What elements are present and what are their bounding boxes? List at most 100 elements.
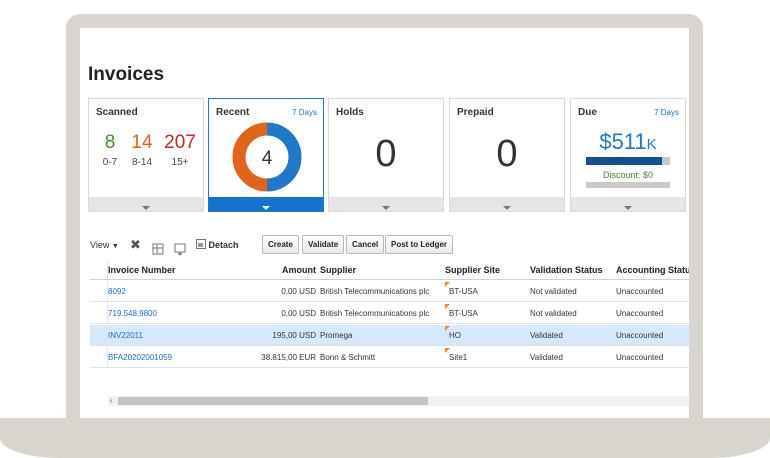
cell-text: Promega [320, 331, 353, 340]
row-selector[interactable] [90, 303, 108, 323]
col-supplier[interactable]: Supplier [320, 260, 440, 281]
cancel-button[interactable]: Cancel [346, 235, 385, 254]
due-amount: $511K [571, 129, 685, 155]
due-discount: Discount: $0 [602, 170, 654, 180]
tile-title: Scanned [96, 107, 138, 118]
chevron-down-icon [262, 206, 270, 210]
cell-amount: 0,00 USD [220, 281, 316, 302]
cell-text: British Telecommunications plc [320, 309, 430, 318]
cell-text: Validated [530, 331, 563, 340]
cell-invoice-number[interactable]: BFA20202001059 [108, 347, 228, 368]
tile-prepaid[interactable]: Prepaid 0 [449, 98, 565, 212]
cell-text: 195,00 USD [272, 331, 316, 340]
cell-invoice-number[interactable]: INV22011 [108, 325, 228, 346]
cell-text: HO [449, 331, 461, 340]
table-row[interactable]: BFA20202001059 38.815,00 EUR Bonn & Schmit… [90, 347, 689, 368]
chevron-down-icon: ▼ [111, 243, 119, 250]
cell-accounting-status: Unaccounted [616, 303, 689, 324]
cell-text: BT-USA [449, 287, 478, 296]
cell-amount: 195,00 USD [220, 325, 316, 346]
tile-due[interactable]: Due 7 Days $511K Discount: $0 [570, 98, 686, 212]
tile-expand-button[interactable] [450, 197, 564, 211]
changed-flag-icon [445, 282, 450, 287]
col-validation-status[interactable]: Validation Status [530, 260, 614, 281]
freeze-columns-icon[interactable] [152, 239, 164, 259]
changed-flag-icon [445, 348, 450, 353]
tile-expand-button[interactable] [571, 197, 685, 211]
col-invoice-number[interactable]: Invoice Number [108, 260, 228, 281]
cell-text: Site1 [449, 353, 468, 362]
delete-icon[interactable]: ✖ [130, 235, 141, 255]
bucket-15-plus[interactable]: 207 15+ [161, 133, 199, 169]
chevron-down-icon [503, 206, 511, 210]
cell-text: 719.548,9800 [108, 309, 157, 318]
cell-supplier: British Telecommunications plc [320, 303, 440, 324]
cell-text: BT-USA [449, 309, 478, 318]
cell-supplier-site: BT-USA [445, 303, 525, 324]
tile-expand-button[interactable] [89, 197, 203, 211]
col-supplier-site[interactable]: Supplier Site [445, 260, 525, 281]
cell-invoice-number[interactable]: 8092 [108, 281, 228, 302]
due-progress-bar [586, 157, 670, 165]
tile-holds[interactable]: Holds 0 [328, 98, 444, 212]
chevron-down-icon [142, 206, 150, 210]
bucket-8-14[interactable]: 14 8-14 [127, 133, 157, 169]
table-row[interactable]: 8092 0,00 USD British Telecommunications p… [90, 281, 689, 302]
due-amount-value: $511 [599, 129, 647, 154]
cell-supplier: Promega [320, 325, 440, 346]
chevron-down-icon [624, 206, 632, 210]
discount-bar [586, 182, 670, 188]
cell-invoice-number[interactable]: 719.548,9800 [108, 303, 228, 324]
bucket-0-7[interactable]: 8 0-7 [99, 133, 121, 169]
validate-button[interactable]: Validate [302, 235, 345, 254]
wrap-icon[interactable] [174, 239, 186, 259]
cell-supplier-site: BT-USA [445, 281, 525, 302]
chevron-down-icon [382, 206, 390, 210]
due-progress-fill [586, 157, 662, 165]
cell-accounting-status: Unaccounted [616, 281, 689, 302]
tile-range[interactable]: 7 Days [292, 108, 317, 117]
col-accounting-status[interactable]: Accounting Status [616, 260, 689, 281]
table-row[interactable]: 719.548,9800 0,00 USD British Telecommunic… [90, 303, 689, 324]
horizontal-scrollbar[interactable]: ‹ [108, 396, 689, 406]
view-menu[interactable]: View ▼ [90, 235, 119, 255]
post-to-ledger-button[interactable]: Post to Ledger [385, 235, 454, 254]
cell-validation-status: Validated [530, 347, 614, 368]
col-amount[interactable]: Amount [220, 260, 316, 281]
row-selector[interactable] [90, 325, 108, 345]
detach-icon [196, 239, 206, 249]
cell-accounting-status: Unaccounted [616, 325, 689, 346]
changed-flag-icon [445, 326, 450, 331]
tile-recent[interactable]: Recent 7 Days 4 [208, 98, 324, 212]
tile-title: Prepaid [457, 107, 494, 118]
cell-supplier: British Telecommunications plc [320, 281, 440, 302]
table-header: Invoice Number Amount Supplier Supplier … [90, 260, 689, 280]
row-selector[interactable] [90, 347, 108, 367]
create-button[interactable]: Create [262, 235, 299, 254]
recent-donut-chart: 4 [232, 122, 302, 192]
cell-amount: 38.815,00 EUR [220, 347, 316, 368]
table-row[interactable]: INV22011 195,00 USD Promega HO Validated Unac… [90, 325, 689, 346]
tile-range[interactable]: 7 Days [654, 108, 679, 117]
cell-validation-status: Validated [530, 325, 614, 346]
cell-text: 0,00 USD [281, 309, 316, 318]
cell-text: BFA20202001059 [108, 353, 173, 362]
cell-text: Unaccounted [616, 287, 664, 296]
cell-supplier-site: Site1 [445, 347, 525, 368]
cell-text: Bonn & Schmitt [320, 353, 376, 362]
detach-label: Detach [208, 240, 239, 250]
scroll-thumb[interactable] [118, 397, 428, 405]
tile-expand-button[interactable] [209, 197, 323, 211]
scroll-left-icon[interactable]: ‹ [110, 396, 113, 406]
table-toolbar: View ▼ ✖ Detach Create Validate Cancel P… [90, 235, 689, 256]
bucket-label: 0-7 [102, 157, 118, 168]
cell-text: Not validated [530, 287, 577, 296]
bucket-label: 8-14 [131, 157, 152, 168]
detach-button[interactable]: Detach [196, 235, 239, 255]
tile-scanned[interactable]: Scanned 8 0-7 14 8-14 207 15+ [88, 98, 204, 212]
row-selector[interactable] [90, 281, 108, 301]
bucket-label: 15+ [171, 157, 189, 168]
tile-expand-button[interactable] [329, 197, 443, 211]
donut-center-count: 4 [262, 148, 273, 169]
screen: Invoices Scanned 8 0-7 14 8-14 207 15+ R… [80, 28, 689, 418]
